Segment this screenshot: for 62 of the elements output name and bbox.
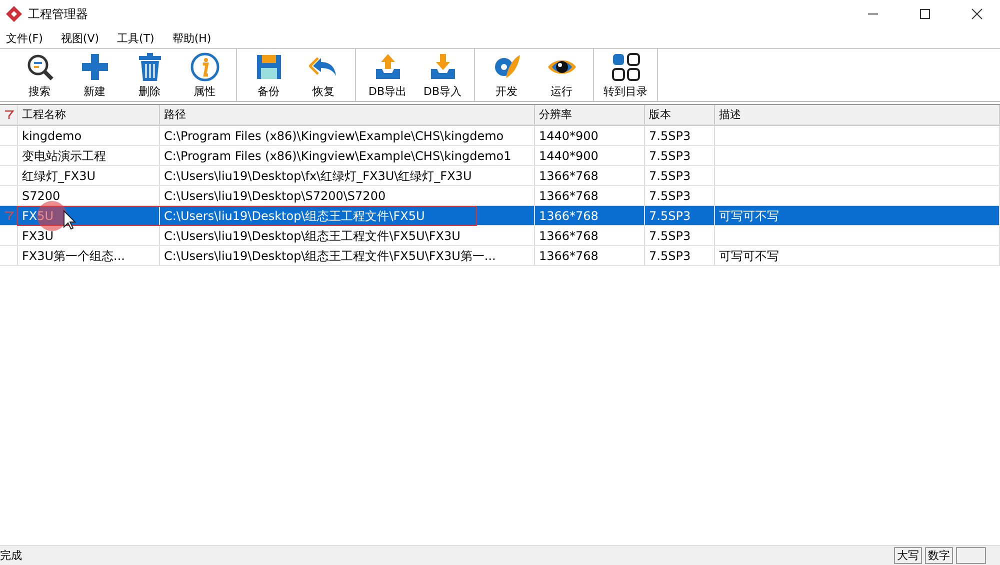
column-header[interactable]: 路径 (160, 105, 535, 125)
window-title: 工程管理器 (28, 6, 89, 22)
row-header-cell (0, 246, 18, 266)
toolbar-button[interactable]: 备份 (241, 49, 296, 101)
table-cell: 变电站演示工程 (18, 146, 160, 166)
table-cell: 7.5SP3 (645, 146, 715, 166)
table-cell: 7.5SP3 (645, 126, 715, 146)
table-cell: 1366*768 (535, 226, 645, 246)
table-cell: 7.5SP3 (645, 226, 715, 246)
table-cell: 1440*900 (535, 126, 645, 146)
table-cell: C:\Program Files (x86)\Kingview\Example\CHS\kingdemo1 (160, 146, 535, 166)
menu-item[interactable]: 帮助(H) (170, 30, 214, 46)
table-cell: 可写可不写 (715, 206, 1000, 226)
row-header-cell (0, 166, 18, 186)
table-cell: FX3U (18, 226, 160, 246)
info-icon (190, 52, 220, 82)
table-cell: C:\Users\liu19\Desktop\组态王工程文件\FX5U\FX3U第一... (160, 246, 535, 266)
toolbar-button[interactable]: 删除 (122, 49, 177, 101)
row-header-cell (0, 226, 18, 246)
column-header[interactable]: 描述 (715, 105, 1000, 125)
status-text: 完成 (0, 548, 23, 563)
table-cell: S7200 (18, 186, 160, 206)
status-indicator: 大写 (894, 547, 922, 564)
table-cell: 7.5SP3 (645, 246, 715, 266)
menu-item[interactable]: 视图(V) (58, 30, 102, 46)
table-cell: FX3U第一个组态... (18, 246, 160, 266)
table-cell: 7.5SP3 (645, 206, 715, 226)
table-cell: 1366*768 (535, 166, 645, 186)
table-cell: 1366*768 (535, 246, 645, 266)
menu-item[interactable]: 工具(T) (115, 30, 156, 46)
toolbar-button[interactable]: 属性 (177, 49, 232, 101)
close-icon[interactable] (971, 8, 983, 20)
table-cell: kingdemo (18, 126, 160, 146)
table-cell: 红绿灯_FX3U (18, 166, 160, 186)
column-header[interactable]: 版本 (645, 105, 715, 125)
filter-icon (4, 110, 14, 120)
table-cell: 7.5SP3 (645, 166, 715, 186)
grid-icon (610, 52, 640, 82)
table-cell: C:\Users\liu19\Desktop\fx\红绿灯_FX3U\红绿灯_FX3U (160, 166, 535, 186)
app-logo-icon (6, 6, 22, 22)
toolbar-button[interactable]: 运行 (534, 49, 589, 101)
plus-icon (80, 52, 110, 82)
toolbar-button[interactable]: 新建 (67, 49, 122, 101)
column-header[interactable]: 工程名称 (18, 105, 160, 125)
toolbar-button[interactable]: 恢复 (296, 49, 351, 101)
menu-item[interactable]: 文件(F) (4, 30, 45, 46)
table-cell: C:\Program Files (x86)\Kingview\Example\CHS\kingdemo (160, 126, 535, 146)
table-cell: 1440*900 (535, 146, 645, 166)
status-panel (956, 547, 986, 564)
toolbar-button[interactable]: DB导出 (360, 49, 415, 101)
table-cell: 1366*768 (535, 206, 645, 226)
toolbar-button[interactable]: 转到目录 (598, 49, 653, 101)
table-cell: 可写可不写 (715, 246, 1000, 266)
toolbar-button[interactable]: 开发 (479, 49, 534, 101)
toolbar-button[interactable]: 搜索 (12, 49, 67, 101)
table-cell: C:\Users\liu19\Desktop\组态王工程文件\FX5U\FX3U (160, 226, 535, 246)
column-header[interactable]: 分辨率 (535, 105, 645, 125)
maximize-icon[interactable] (919, 8, 931, 20)
toolbar-button[interactable]: DB导入 (415, 49, 470, 101)
status-indicator: 数字 (925, 547, 953, 564)
row-header-cell (0, 146, 18, 166)
table-cell: C:\Users\liu19\Desktop\组态王工程文件\FX5U (160, 206, 535, 226)
